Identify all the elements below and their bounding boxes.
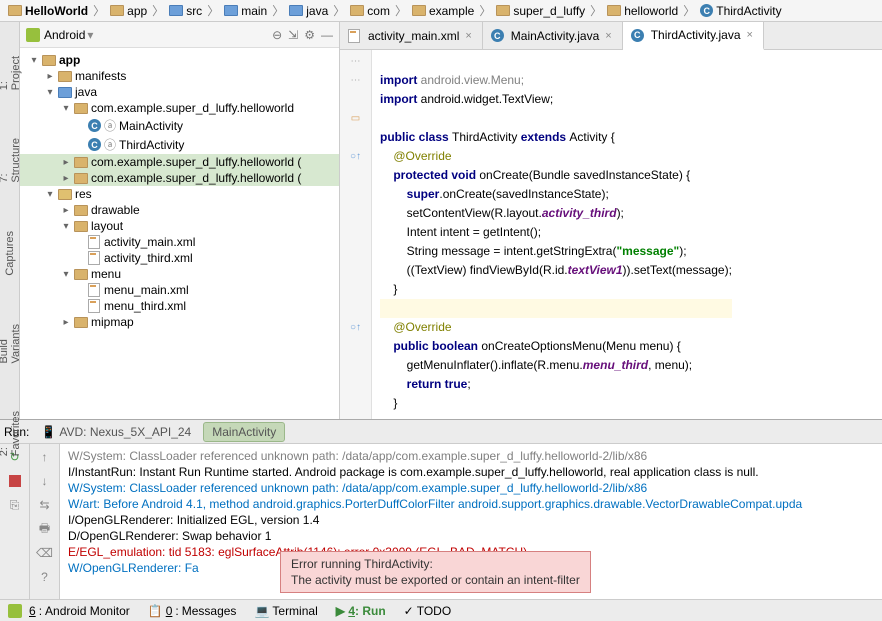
tree-menu-third-xml[interactable]: menu_third.xml <box>20 298 339 314</box>
crumb-user[interactable]: super_d_luffy <box>492 4 589 18</box>
tab-thirdactivity[interactable]: CThirdActivity.java× <box>623 22 764 50</box>
crumb-app[interactable]: app <box>106 4 151 18</box>
android-icon <box>8 604 22 618</box>
stop-icon[interactable] <box>6 472 24 490</box>
crumb-helloworld[interactable]: helloworld <box>603 4 682 18</box>
tree-drawable[interactable]: ▸drawable <box>20 202 339 218</box>
close-icon[interactable]: × <box>745 29 755 41</box>
tab-mainactivity[interactable]: CMainActivity.java× <box>483 22 623 49</box>
close-icon[interactable]: × <box>603 30 613 42</box>
rail-project[interactable]: 1: Project <box>0 52 22 94</box>
log-line: I/OpenGLRenderer: Initialized EGL, versi… <box>68 512 874 528</box>
rail-structure[interactable]: 7: Structure <box>0 134 22 187</box>
tree-package-main[interactable]: ▾com.example.super_d_luffy.helloworld <box>20 100 339 116</box>
project-header: Android ▾ ⊖ ⇲ ⚙ — <box>20 22 339 48</box>
statusbar: 6: Android Monitor 📋 0: Messages 💻 Termi… <box>0 599 882 621</box>
tree-activity-third-xml[interactable]: activity_third.xml <box>20 250 339 266</box>
error-title: Error running ThirdActivity: <box>291 556 580 572</box>
console-output[interactable]: W/System: ClassLoader referenced unknown… <box>60 444 882 599</box>
run-tab-avd[interactable]: 📱 AVD: Nexus_5X_API_24 <box>33 423 199 441</box>
log-line: W/System: ClassLoader referenced unknown… <box>68 448 874 464</box>
crumb-main[interactable]: main <box>220 4 271 18</box>
status-run[interactable]: ▶ 4: Run <box>336 604 386 618</box>
tree-java[interactable]: ▾java <box>20 84 339 100</box>
down-icon[interactable]: ↓ <box>36 472 54 490</box>
crumb-java[interactable]: java <box>285 4 332 18</box>
run-panel: Run: 📱 AVD: Nexus_5X_API_24 MainActivity… <box>0 419 882 599</box>
tree-layout[interactable]: ▾layout <box>20 218 339 234</box>
rail-favorites[interactable]: 2: Favorites <box>0 407 22 460</box>
run-toolbar-2: ↑ ↓ ⇆ 🖶 ⌫ ? <box>30 444 60 599</box>
crumb-example[interactable]: example <box>408 4 478 18</box>
crumb-com[interactable]: com <box>346 4 394 18</box>
wrap-icon[interactable]: ⇆ <box>36 496 54 514</box>
pin-icon[interactable]: ⎘ <box>6 496 24 514</box>
tree-app[interactable]: ▾app <box>20 52 339 68</box>
xml-icon <box>348 29 360 43</box>
log-line: W/System: ClassLoader referenced unknown… <box>68 480 874 496</box>
run-toolbar: ↻ ⎘ <box>0 444 30 599</box>
android-icon <box>26 28 40 42</box>
status-android-monitor[interactable]: 6: Android Monitor <box>8 604 130 618</box>
tree-menu[interactable]: ▾menu <box>20 266 339 282</box>
editor-area: activity_main.xml× CMainActivity.java× C… <box>340 22 882 419</box>
error-popup: Error running ThirdActivity: The activit… <box>280 551 591 593</box>
status-todo[interactable]: ✓ TODO <box>404 604 452 618</box>
project-panel: Android ▾ ⊖ ⇲ ⚙ — ▾app ▸manifests ▾java … <box>20 22 340 419</box>
print-icon[interactable]: 🖶 <box>36 520 54 538</box>
close-icon[interactable]: × <box>463 30 473 42</box>
clear-icon[interactable]: ⌫ <box>36 544 54 562</box>
crumb-src[interactable]: src <box>165 4 206 18</box>
collapse-icon[interactable]: ⊖ <box>272 28 282 42</box>
crumb-root[interactable]: HelloWorld <box>4 4 92 18</box>
tree-mipmap[interactable]: ▸mipmap <box>20 314 339 330</box>
tree-manifests[interactable]: ▸manifests <box>20 68 339 84</box>
project-view-selector[interactable]: Android <box>44 28 85 42</box>
project-tree[interactable]: ▾app ▸manifests ▾java ▾com.example.super… <box>20 48 339 419</box>
run-tab-mainactivity[interactable]: MainActivity <box>203 422 285 442</box>
left-tool-rail: 1: Project 7: Structure Captures Build V… <box>0 22 20 419</box>
tab-activity-main-xml[interactable]: activity_main.xml× <box>340 22 483 49</box>
tree-package-test[interactable]: ▸com.example.super_d_luffy.helloworld ( <box>20 170 339 186</box>
tree-mainactivity[interactable]: CⓐMainActivity <box>20 116 339 135</box>
rail-build-variants[interactable]: Build Variants <box>0 320 22 368</box>
breadcrumb: HelloWorld〉 app〉 src〉 main〉 java〉 com〉 e… <box>0 0 882 22</box>
help-icon[interactable]: ? <box>36 568 54 586</box>
expand-icon[interactable]: ⇲ <box>288 28 298 42</box>
log-line: I/InstantRun: Instant Run Runtime starte… <box>68 464 874 480</box>
tree-menu-main-xml[interactable]: menu_main.xml <box>20 282 339 298</box>
log-line: D/OpenGLRenderer: Swap behavior 1 <box>68 528 874 544</box>
log-line: W/art: Before Android 4.1, method androi… <box>68 496 874 512</box>
editor-gutter: ⋯⋯ ▭ ○↑ ○↑ <box>340 50 372 419</box>
tree-package-androidtest[interactable]: ▸com.example.super_d_luffy.helloworld ( <box>20 154 339 170</box>
status-terminal[interactable]: 💻 Terminal <box>254 604 317 618</box>
tree-res[interactable]: ▾res <box>20 186 339 202</box>
rail-captures[interactable]: Captures <box>4 227 16 280</box>
error-message: The activity must be exported or contain… <box>291 572 580 588</box>
run-tabs: Run: 📱 AVD: Nexus_5X_API_24 MainActivity <box>0 420 882 444</box>
up-icon[interactable]: ↑ <box>36 448 54 466</box>
tree-thirdactivity[interactable]: CⓐThirdActivity <box>20 135 339 154</box>
hide-icon[interactable]: — <box>321 28 333 42</box>
class-icon: C <box>631 29 644 42</box>
code-editor[interactable]: ⋯⋯ ▭ ○↑ ○↑ import android.view.Menu; imp… <box>340 50 882 419</box>
gear-icon[interactable]: ⚙ <box>304 28 315 42</box>
crumb-class[interactable]: CThirdActivity <box>696 4 785 18</box>
tree-activity-main-xml[interactable]: activity_main.xml <box>20 234 339 250</box>
class-icon: C <box>491 29 504 42</box>
status-messages[interactable]: 📋 0: Messages <box>148 604 237 618</box>
editor-tabs: activity_main.xml× CMainActivity.java× C… <box>340 22 882 50</box>
